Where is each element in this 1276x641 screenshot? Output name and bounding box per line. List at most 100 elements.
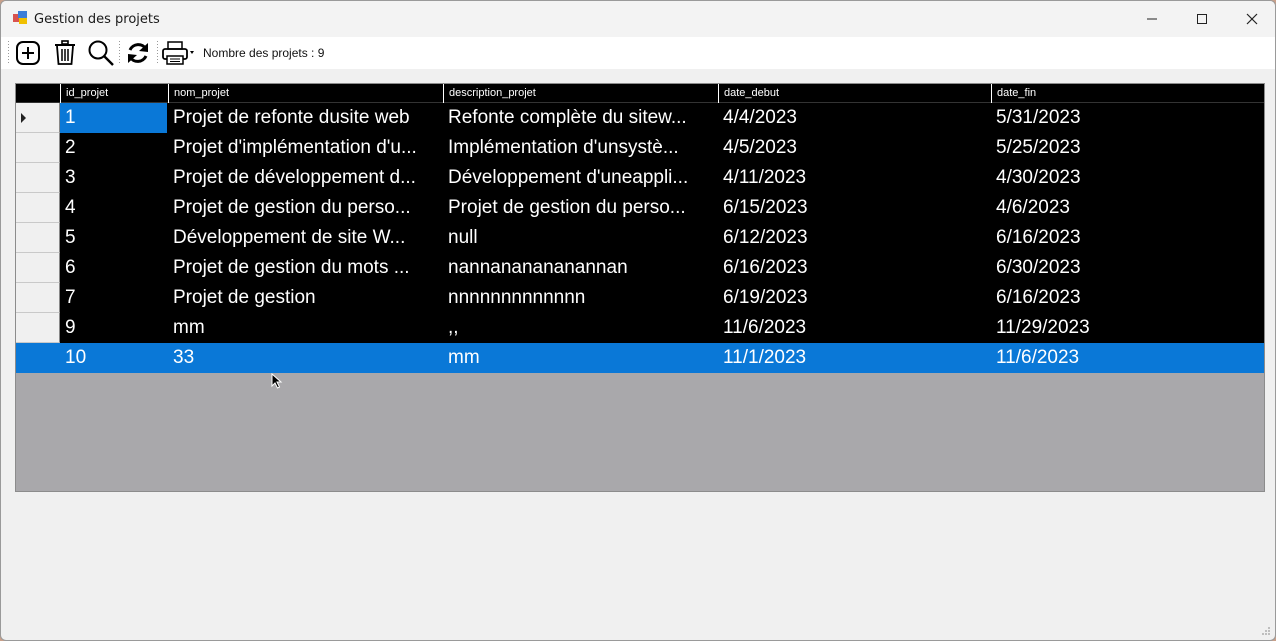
table-cell[interactable]: 4/6/2023 [991,193,1266,223]
search-button[interactable] [86,39,116,67]
row-header[interactable] [16,253,60,283]
table-row[interactable]: 4 Projet de gestion du perso... Projet d… [16,193,1264,223]
row-header[interactable] [16,223,60,253]
table-cell[interactable]: 6/16/2023 [718,253,991,283]
column-header-nom-projet[interactable]: nom_projet [168,84,443,103]
table-cell[interactable]: ,, [443,313,718,343]
table-cell[interactable]: 4/5/2023 [718,133,991,163]
row-header[interactable] [16,283,60,313]
table-row[interactable]: 6 Projet de gestion du mots ... nannanan… [16,253,1264,283]
window-title: Gestion des projets [34,12,160,27]
minimize-icon [1147,18,1157,20]
table-row[interactable]: 9 mm ,, 11/6/2023 11/29/2023 [16,313,1264,343]
column-header-description-projet[interactable]: description_projet [443,84,718,103]
table-cell[interactable]: null [443,223,718,253]
row-header[interactable] [16,133,60,163]
toolbar [1,37,1275,69]
table-cell[interactable]: 11/29/2023 [991,313,1266,343]
table-row[interactable]: 2 Projet d'implémentation d'u... Impléme… [16,133,1264,163]
table-cell[interactable]: 10 [60,343,168,373]
plus-circle-icon [16,41,40,65]
column-header-date-debut[interactable]: date_debut [718,84,991,103]
row-header[interactable] [16,313,60,343]
close-icon [1246,13,1258,25]
close-button[interactable] [1227,1,1275,37]
table-cell[interactable]: Projet de gestion du mots ... [168,253,443,283]
table-cell[interactable]: 9 [60,313,168,343]
row-header[interactable] [16,163,60,193]
current-row-arrow-icon [21,113,26,123]
table-cell[interactable]: 4/4/2023 [718,103,991,133]
table-cell[interactable]: nannananananannan [443,253,718,283]
table-cell[interactable]: 33 [168,343,443,373]
table-cell[interactable]: 6/16/2023 [991,223,1266,253]
table-cell[interactable]: 6/15/2023 [718,193,991,223]
table-cell[interactable]: Refonte complète du sitew... [443,103,718,133]
table-cell[interactable]: nnnnnnnnnnnnn [443,283,718,313]
print-button[interactable] [161,39,197,67]
table-cell[interactable]: mm [443,343,718,373]
project-count-label: Nombre des projets : 9 [203,46,325,60]
minimize-button[interactable] [1127,1,1177,37]
table-cell[interactable]: 11/1/2023 [718,343,991,373]
table-cell[interactable]: 11/6/2023 [718,313,991,343]
table-cell[interactable]: Développement d'uneappli... [443,163,718,193]
table-cell[interactable]: Projet de gestion du perso... [168,193,443,223]
maximize-button[interactable] [1177,1,1227,37]
table-cell[interactable]: 2 [60,133,168,163]
app-icon [13,11,27,24]
title-bar[interactable]: Gestion des projets [1,1,1275,37]
table-cell[interactable]: Développement de site W... [168,223,443,253]
table-cell[interactable]: Projet de refonte dusite web [168,103,443,133]
table-cell[interactable]: 7 [60,283,168,313]
chevron-down-icon [190,51,194,54]
column-header-id-projet[interactable]: id_projet [60,84,168,103]
table-cell[interactable]: Implémentation d'unsystè... [443,133,718,163]
table-row-selected[interactable]: 10 33 mm 11/1/2023 11/6/2023 [16,343,1264,373]
table-cell[interactable]: 4 [60,193,168,223]
projects-grid[interactable]: id_projet nom_projet description_projet … [15,83,1265,492]
add-button[interactable] [14,39,42,67]
row-header[interactable] [16,193,60,223]
table-row[interactable]: 5 Développement de site W... null 6/12/2… [16,223,1264,253]
resize-grip-icon[interactable] [1261,626,1271,636]
table-cell[interactable]: 5/31/2023 [991,103,1266,133]
refresh-button[interactable] [123,39,153,67]
table-cell[interactable]: 6 [60,253,168,283]
app-window: Gestion des projets Nombre des projets:… [0,0,1276,641]
toolbar-separator [157,41,158,65]
toolbar-grip[interactable] [8,41,9,65]
trash-icon [55,40,75,65]
delete-button[interactable] [51,39,79,67]
table-cell[interactable]: Projet de développement d... [168,163,443,193]
toolbar-separator [119,41,120,65]
table-cell[interactable]: 1 [60,103,167,133]
table-cell[interactable]: 3 [60,163,168,193]
table-cell[interactable]: Projet d'implémentation d'u... [168,133,443,163]
table-cell[interactable]: 6/12/2023 [718,223,991,253]
row-header[interactable] [16,343,60,373]
table-row[interactable]: 1 Projet de refonte dusite web Refonte c… [16,103,1264,133]
table-cell[interactable]: 5/25/2023 [991,133,1266,163]
table-cell[interactable]: Projet de gestion du perso... [443,193,718,223]
maximize-icon [1197,14,1207,24]
table-cell[interactable]: 5 [60,223,168,253]
column-header-date-fin[interactable]: date_fin [991,84,1266,103]
refresh-icon [128,43,148,63]
table-cell[interactable]: 11/6/2023 [991,343,1266,373]
table-cell[interactable]: 6/30/2023 [991,253,1266,283]
printer-icon [162,41,194,65]
table-cell[interactable]: Projet de gestion [168,283,443,313]
table-cell[interactable]: 4/30/2023 [991,163,1266,193]
table-cell[interactable]: 4/11/2023 [718,163,991,193]
row-header[interactable] [16,103,60,133]
search-icon [88,40,114,66]
table-cell[interactable]: 6/16/2023 [991,283,1266,313]
table-cell[interactable]: 6/19/2023 [718,283,991,313]
grid-header: id_projet nom_projet description_projet … [16,84,1264,103]
table-row[interactable]: 7 Projet de gestion nnnnnnnnnnnnn 6/19/2… [16,283,1264,313]
table-row[interactable]: 3 Projet de développement d... Développe… [16,163,1264,193]
corner-header-cell[interactable] [16,84,60,103]
mouse-cursor-icon [271,373,283,389]
table-cell[interactable]: mm [168,313,443,343]
